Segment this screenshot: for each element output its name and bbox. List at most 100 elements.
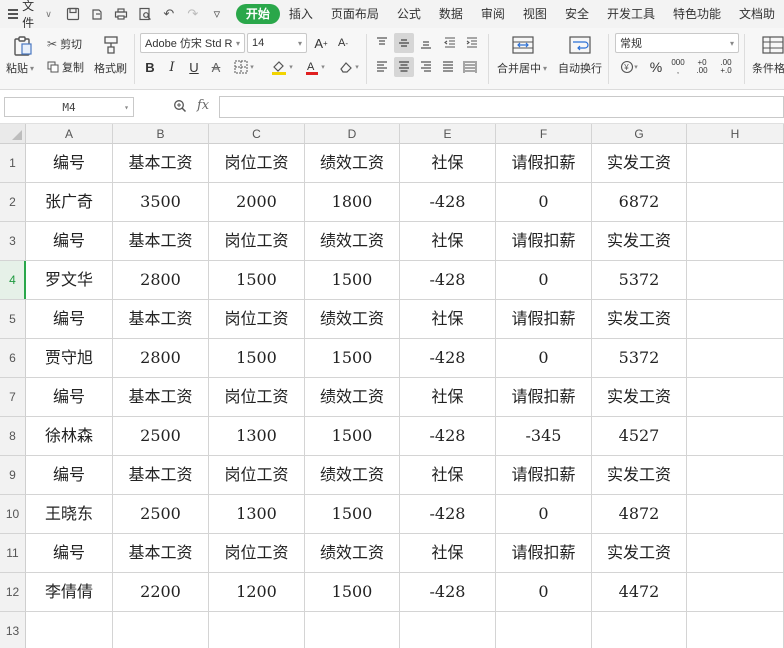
cell-f1[interactable]: 请假扣薪 [496,144,592,183]
cell-e4[interactable]: -428 [400,261,496,300]
cell-b13[interactable] [113,612,209,648]
cell-b2[interactable]: 3500 [113,183,209,222]
cell-h6[interactable] [687,339,784,378]
cell-b11[interactable]: 基本工资 [113,534,209,573]
percent-icon[interactable]: % [646,57,666,77]
cell-f6[interactable]: 0 [496,339,592,378]
cell-c4[interactable]: 1500 [209,261,305,300]
row-header-13[interactable]: 13 [0,612,26,648]
cell-f2[interactable]: 0 [496,183,592,222]
cell-c6[interactable]: 1500 [209,339,305,378]
cell-b7[interactable]: 基本工资 [113,378,209,417]
cell-a12[interactable]: 李倩倩 [26,573,113,612]
cell-f8[interactable]: -345 [496,417,592,456]
redo-icon[interactable]: ↷ [182,3,204,25]
cell-e8[interactable]: -428 [400,417,496,456]
cell-f12[interactable]: 0 [496,573,592,612]
cell-c2[interactable]: 2000 [209,183,305,222]
cell-b12[interactable]: 2200 [113,573,209,612]
cell-d12[interactable]: 1500 [305,573,400,612]
column-header-d[interactable]: D [305,124,400,144]
underline-icon[interactable]: U [184,57,204,77]
column-header-a[interactable]: A [26,124,113,144]
cell-e13[interactable] [400,612,496,648]
cell-h13[interactable] [687,612,784,648]
row-header-3[interactable]: 3 [0,222,26,261]
cell-g1[interactable]: 实发工资 [592,144,687,183]
cell-b1[interactable]: 基本工资 [113,144,209,183]
column-header-g[interactable]: G [592,124,687,144]
cell-h3[interactable] [687,222,784,261]
cell-g4[interactable]: 5372 [592,261,687,300]
tab-insert[interactable]: 插入 [280,4,322,24]
cell-h2[interactable] [687,183,784,222]
row-header-8[interactable]: 8 [0,417,26,456]
align-center-icon[interactable] [394,57,414,77]
export-icon[interactable] [86,3,108,25]
cell-d4[interactable]: 1500 [305,261,400,300]
name-box[interactable]: M4 ▾ [4,97,134,117]
cell-d8[interactable]: 1500 [305,417,400,456]
cell-h11[interactable] [687,534,784,573]
cell-b4[interactable]: 2800 [113,261,209,300]
column-header-c[interactable]: C [209,124,305,144]
cell-d2[interactable]: 1800 [305,183,400,222]
cell-a9[interactable]: 编号 [26,456,113,495]
cell-e1[interactable]: 社保 [400,144,496,183]
cell-a1[interactable]: 编号 [26,144,113,183]
increase-decimal-icon[interactable]: +0.00 [692,57,712,77]
column-header-h[interactable]: H [687,124,784,144]
cell-b9[interactable]: 基本工资 [113,456,209,495]
cell-g7[interactable]: 实发工资 [592,378,687,417]
distributed-align-icon[interactable] [460,57,480,77]
cell-g11[interactable]: 实发工资 [592,534,687,573]
cell-a11[interactable]: 编号 [26,534,113,573]
column-header-e[interactable]: E [400,124,496,144]
cut-button[interactable]: ✂ 剪切 [47,36,82,52]
cell-e6[interactable]: -428 [400,339,496,378]
justify-icon[interactable] [438,57,458,77]
cell-f9[interactable]: 请假扣薪 [496,456,592,495]
cell-h4[interactable] [687,261,784,300]
cell-g5[interactable]: 实发工资 [592,300,687,339]
decrease-font-size-icon[interactable]: A- [333,33,353,53]
cell-d13[interactable] [305,612,400,648]
cell-f3[interactable]: 请假扣薪 [496,222,592,261]
merge-center-button[interactable]: 合并居中 ▾ [497,60,547,76]
customize-toolbar-icon[interactable]: ▿ [206,3,228,25]
tab-doc-assistant[interactable]: 文档助 [730,4,784,24]
tab-security[interactable]: 安全 [556,4,598,24]
row-header-12[interactable]: 12 [0,573,26,612]
cell-f13[interactable] [496,612,592,648]
cell-g9[interactable]: 实发工资 [592,456,687,495]
cell-h10[interactable] [687,495,784,534]
cell-h12[interactable] [687,573,784,612]
cell-a13[interactable] [26,612,113,648]
cell-c13[interactable] [209,612,305,648]
cell-f7[interactable]: 请假扣薪 [496,378,592,417]
font-size-select[interactable]: 14 ▾ [247,33,307,53]
cell-h1[interactable] [687,144,784,183]
cell-g10[interactable]: 4872 [592,495,687,534]
increase-indent-icon[interactable] [462,33,482,53]
font-color-icon[interactable]: A ▾ [302,57,328,77]
cell-b10[interactable]: 2500 [113,495,209,534]
align-bottom-icon[interactable] [416,33,436,53]
cell-e9[interactable]: 社保 [400,456,496,495]
cell-h9[interactable] [687,456,784,495]
cell-e2[interactable]: -428 [400,183,496,222]
paste-icon[interactable] [8,34,38,58]
format-painter-button[interactable]: 格式刷 [94,60,127,76]
cell-c3[interactable]: 岗位工资 [209,222,305,261]
cell-f11[interactable]: 请假扣薪 [496,534,592,573]
column-header-f[interactable]: F [496,124,592,144]
tab-special-features[interactable]: 特色功能 [664,4,730,24]
cell-c5[interactable]: 岗位工资 [209,300,305,339]
row-header-2[interactable]: 2 [0,183,26,222]
cell-c7[interactable]: 岗位工资 [209,378,305,417]
increase-font-size-icon[interactable]: A + [311,33,331,53]
cell-g6[interactable]: 5372 [592,339,687,378]
font-name-select[interactable]: Adobe 仿宋 Std R ▾ [140,33,245,53]
align-top-icon[interactable] [372,33,392,53]
cell-h5[interactable] [687,300,784,339]
